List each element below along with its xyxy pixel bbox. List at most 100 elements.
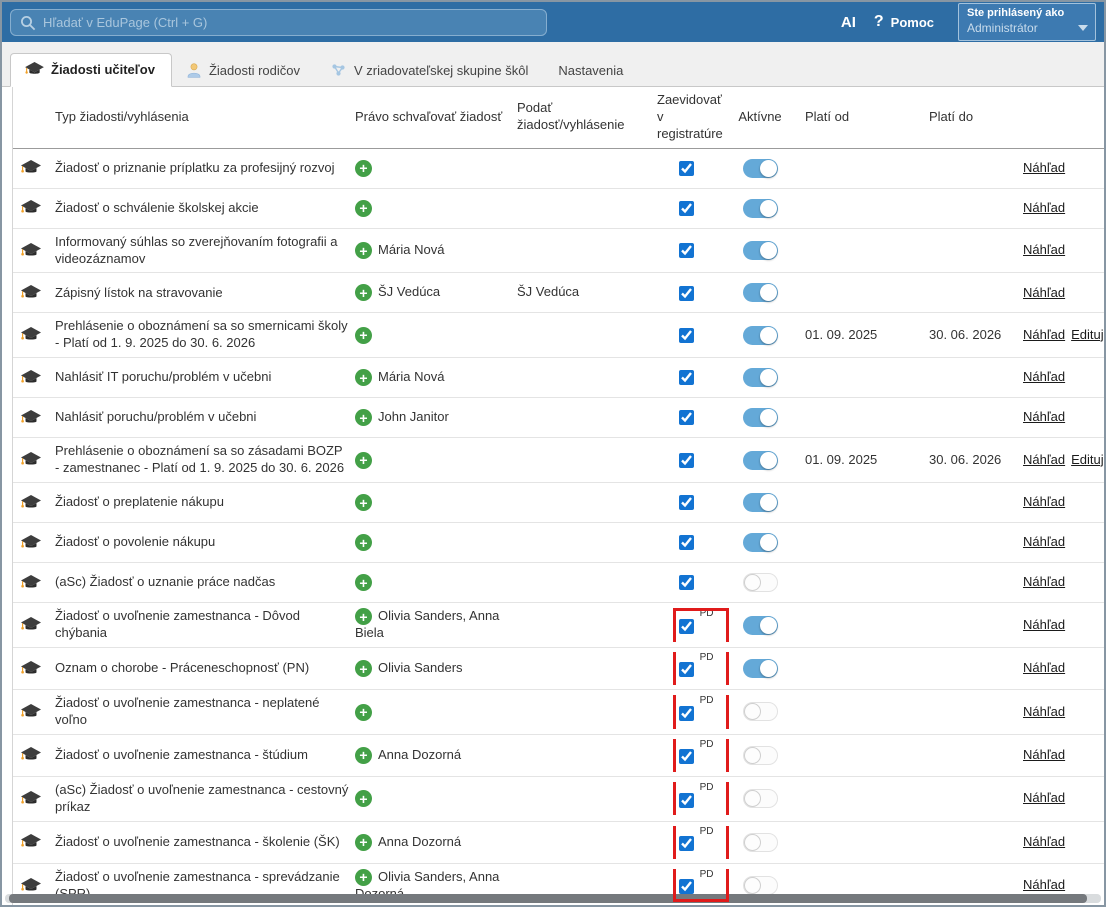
active-toggle[interactable] — [743, 573, 778, 592]
nahlad-link[interactable]: Náhľad — [1023, 452, 1065, 467]
toggle-knob — [760, 160, 777, 177]
add-approver-icon[interactable]: + — [355, 327, 372, 344]
registry-cell: PD — [657, 697, 725, 726]
nahlad-link[interactable]: Náhľad — [1023, 660, 1065, 675]
nahlad-link[interactable]: Náhľad — [1023, 877, 1065, 892]
add-approver-icon[interactable]: + — [355, 747, 372, 764]
search-input[interactable] — [10, 9, 547, 36]
registry-checkbox[interactable] — [679, 243, 694, 258]
nahlad-link[interactable]: Náhľad — [1023, 747, 1065, 762]
registry-checkbox[interactable] — [679, 662, 694, 677]
registry-checkbox[interactable] — [679, 201, 694, 216]
add-approver-icon[interactable]: + — [355, 574, 372, 591]
nahlad-link[interactable]: Náhľad — [1023, 409, 1065, 424]
registry-checkbox[interactable] — [679, 879, 694, 894]
valid-from-value: 01. 09. 2025 — [805, 452, 877, 467]
active-toggle[interactable] — [743, 241, 778, 260]
nahlad-link[interactable]: Náhľad — [1023, 790, 1065, 805]
active-toggle[interactable] — [743, 746, 778, 765]
registry-checkbox[interactable] — [679, 793, 694, 808]
ai-button[interactable]: AI — [841, 14, 856, 31]
nahlad-link[interactable]: Náhľad — [1023, 834, 1065, 849]
add-approver-icon[interactable]: + — [355, 242, 372, 259]
row-actions: Náhľad — [1023, 655, 1104, 682]
active-toggle[interactable] — [743, 876, 778, 895]
registry-checkbox[interactable] — [679, 328, 694, 343]
add-approver-icon[interactable]: + — [355, 409, 372, 426]
nahlad-link[interactable]: Náhľad — [1023, 534, 1065, 549]
registry-checkbox[interactable] — [679, 706, 694, 721]
header-valid-from: Platí od — [801, 104, 929, 131]
registry-checkbox[interactable] — [679, 453, 694, 468]
active-toggle[interactable] — [743, 789, 778, 808]
registry-checkbox[interactable] — [679, 619, 694, 634]
active-toggle[interactable] — [743, 616, 778, 635]
nahlad-link[interactable]: Náhľad — [1023, 242, 1065, 257]
registry-checkbox[interactable] — [679, 836, 694, 851]
active-toggle[interactable] — [743, 199, 778, 218]
add-approver-icon[interactable]: + — [355, 494, 372, 511]
add-approver-icon[interactable]: + — [355, 704, 372, 721]
active-toggle[interactable] — [743, 833, 778, 852]
registry-cell: PD — [657, 741, 725, 770]
tab-bar: Žiadosti učiteľovŽiadosti rodičovV zriad… — [2, 42, 1104, 87]
logged-in-user-dropdown[interactable]: Ste prihlásený ako Administrátor — [958, 3, 1096, 41]
nahlad-link[interactable]: Náhľad — [1023, 494, 1065, 509]
edituj-link[interactable]: Edituj — [1071, 327, 1104, 342]
registry-checkbox[interactable] — [679, 161, 694, 176]
tab-zriadovatelska-skupina-skol[interactable]: V zriadovateľskej skupine škôl — [316, 54, 544, 87]
table-row: Žiadosť o povolenie nákupu + Náhľad — [13, 523, 1104, 563]
submitter-names: ŠJ Vedúca — [517, 285, 579, 300]
nahlad-link[interactable]: Náhľad — [1023, 200, 1065, 215]
active-toggle[interactable] — [743, 283, 778, 302]
registry-checkbox[interactable] — [679, 286, 694, 301]
edituj-link[interactable]: Edituj — [1071, 452, 1104, 467]
tab-nastavenia[interactable]: Nastavenia — [544, 55, 639, 87]
nahlad-link[interactable]: Náhľad — [1023, 160, 1065, 175]
row-actions: Náhľad Edituj — [1023, 447, 1106, 474]
question-mark-icon: ? — [874, 13, 884, 31]
add-approver-icon[interactable]: + — [355, 200, 372, 217]
registry-cell: PD — [657, 610, 725, 639]
row-actions: Náhľad — [1023, 404, 1104, 431]
add-approver-icon[interactable]: + — [355, 834, 372, 851]
nahlad-link[interactable]: Náhľad — [1023, 327, 1065, 342]
active-toggle[interactable] — [743, 368, 778, 387]
active-toggle[interactable] — [743, 451, 778, 470]
nahlad-link[interactable]: Náhľad — [1023, 617, 1065, 632]
approve-right-cell: +Anna Dozorná — [355, 742, 517, 769]
active-toggle[interactable] — [743, 533, 778, 552]
add-approver-icon[interactable]: + — [355, 160, 372, 177]
add-approver-icon[interactable]: + — [355, 608, 372, 625]
registry-checkbox[interactable] — [679, 535, 694, 550]
nahlad-link[interactable]: Náhľad — [1023, 369, 1065, 384]
add-approver-icon[interactable]: + — [355, 790, 372, 807]
active-toggle[interactable] — [743, 326, 778, 345]
person-icon — [186, 62, 202, 78]
horizontal-scrollbar-thumb[interactable] — [9, 894, 1087, 903]
add-approver-icon[interactable]: + — [355, 660, 372, 677]
active-toggle[interactable] — [743, 659, 778, 678]
tab-ziadosti-ucitelov[interactable]: Žiadosti učiteľov — [10, 53, 172, 87]
tab-ziadosti-rodicov[interactable]: Žiadosti rodičov — [172, 54, 316, 87]
nahlad-link[interactable]: Náhľad — [1023, 285, 1065, 300]
registry-checkbox[interactable] — [679, 410, 694, 425]
registry-checkbox[interactable] — [679, 575, 694, 590]
active-toggle[interactable] — [743, 159, 778, 178]
nahlad-link[interactable]: Náhľad — [1023, 574, 1065, 589]
nahlad-link[interactable]: Náhľad — [1023, 704, 1065, 719]
toggle-knob — [760, 452, 777, 469]
help-button[interactable]: ? Pomoc — [874, 13, 934, 31]
add-approver-icon[interactable]: + — [355, 284, 372, 301]
registry-checkbox[interactable] — [679, 749, 694, 764]
add-approver-icon[interactable]: + — [355, 869, 372, 886]
active-toggle[interactable] — [743, 493, 778, 512]
active-toggle[interactable] — [743, 702, 778, 721]
registry-checkbox[interactable] — [679, 495, 694, 510]
add-approver-icon[interactable]: + — [355, 369, 372, 386]
toggle-knob — [760, 284, 777, 301]
add-approver-icon[interactable]: + — [355, 452, 372, 469]
registry-checkbox[interactable] — [679, 370, 694, 385]
add-approver-icon[interactable]: + — [355, 534, 372, 551]
active-toggle[interactable] — [743, 408, 778, 427]
